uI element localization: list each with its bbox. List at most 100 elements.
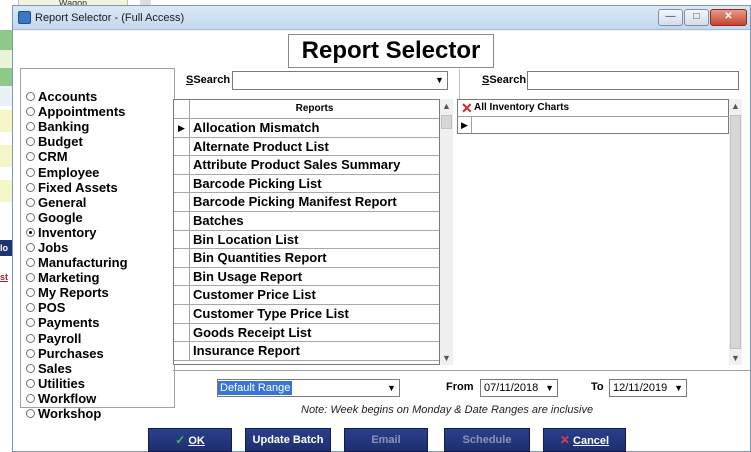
- table-row[interactable]: Barcode Picking List: [174, 174, 439, 194]
- radio-button[interactable]: [26, 152, 35, 162]
- radio-button[interactable]: [26, 92, 35, 102]
- to-date-picker[interactable]: 12/11/2019 ▼: [609, 379, 687, 397]
- category-radio-item[interactable]: Workflow: [26, 391, 128, 406]
- reports-scrollbar[interactable]: ▲ ▼: [440, 99, 453, 365]
- scroll-thumb[interactable]: [730, 115, 741, 349]
- table-row[interactable]: Batches: [174, 212, 439, 231]
- category-radio-item[interactable]: CRM: [26, 149, 128, 164]
- maximize-button[interactable]: □: [684, 9, 709, 26]
- chevron-down-icon[interactable]: ▼: [674, 380, 683, 396]
- background-strip-pale: [0, 86, 12, 106]
- report-name: Bin Quantities Report: [193, 250, 327, 266]
- table-row[interactable]: Insurance Report: [174, 342, 439, 361]
- category-label: Banking: [38, 119, 90, 135]
- radio-button[interactable]: [26, 318, 35, 328]
- radio-button[interactable]: [26, 242, 35, 252]
- category-radio-item[interactable]: Payroll: [26, 331, 128, 346]
- table-row[interactable]: Bin Usage Report: [174, 267, 439, 287]
- charts-scrollbar[interactable]: ▲ ▼: [729, 99, 742, 365]
- category-radio-item[interactable]: Appointments: [26, 104, 128, 119]
- radio-button[interactable]: [26, 212, 35, 222]
- minimize-button[interactable]: —: [658, 9, 683, 26]
- scroll-up-icon[interactable]: ▲: [729, 99, 742, 113]
- ok-button[interactable]: ✓ OK: [148, 428, 232, 452]
- category-radio-item[interactable]: Marketing: [26, 270, 128, 285]
- radio-button[interactable]: [26, 378, 35, 388]
- chevron-down-icon[interactable]: ▼: [545, 380, 554, 396]
- category-radio-item[interactable]: My Reports: [26, 285, 128, 300]
- cancel-button[interactable]: ✕ Cancel: [543, 428, 626, 452]
- category-radio-item[interactable]: Fixed Assets: [26, 180, 128, 195]
- radio-button[interactable]: [26, 182, 35, 192]
- category-radio-item[interactable]: Purchases: [26, 346, 128, 361]
- close-button[interactable]: ✕: [710, 9, 747, 26]
- date-range-select[interactable]: Default Range ▼: [217, 379, 400, 397]
- category-radio-item[interactable]: Google: [26, 210, 128, 225]
- update-batch-button[interactable]: Update Batch: [245, 428, 331, 452]
- chevron-down-icon[interactable]: ▼: [432, 72, 447, 89]
- table-row[interactable]: Barcode Picking Manifest Report: [174, 193, 439, 212]
- date-range-value: Default Range: [218, 381, 293, 395]
- radio-button[interactable]: [26, 303, 35, 313]
- radio-button[interactable]: [26, 409, 35, 419]
- category-radio-item[interactable]: Inventory: [26, 225, 128, 240]
- category-radio-item[interactable]: Budget: [26, 134, 128, 149]
- radio-button[interactable]: [26, 258, 35, 268]
- table-row[interactable]: Customer Type Price List: [174, 305, 439, 324]
- table-row[interactable]: Bin Location List: [174, 230, 439, 250]
- radio-button[interactable]: [26, 122, 35, 132]
- category-radio-item[interactable]: POS: [26, 300, 128, 315]
- category-label: Budget: [38, 134, 83, 150]
- scroll-down-icon[interactable]: ▼: [729, 351, 742, 365]
- radio-button[interactable]: [26, 137, 35, 147]
- radio-button[interactable]: [26, 107, 35, 117]
- category-radio-item[interactable]: Sales: [26, 361, 128, 376]
- radio-button[interactable]: [26, 227, 35, 237]
- category-label: General: [38, 194, 87, 210]
- radio-button[interactable]: [26, 333, 35, 343]
- row-selector: [174, 174, 190, 193]
- schedule-button[interactable]: Schedule: [444, 428, 530, 452]
- table-row[interactable]: ▶ Allocation Mismatch: [174, 119, 439, 138]
- scroll-up-icon[interactable]: ▲: [440, 99, 453, 113]
- category-radio-item[interactable]: Payments: [26, 315, 128, 330]
- radio-button[interactable]: [26, 197, 35, 207]
- chart-search-input[interactable]: [527, 71, 739, 90]
- category-radio-item[interactable]: General: [26, 195, 128, 210]
- category-radio-item[interactable]: Workshop: [26, 406, 128, 421]
- scroll-down-icon[interactable]: ▼: [440, 351, 453, 365]
- radio-button[interactable]: [26, 363, 35, 373]
- column-header-charts[interactable]: All Inventory Charts: [474, 100, 569, 116]
- radio-button[interactable]: [26, 348, 35, 358]
- chevron-down-icon[interactable]: ▼: [384, 380, 399, 396]
- radio-button[interactable]: [26, 393, 35, 403]
- close-icon[interactable]: ✕: [461, 101, 473, 115]
- column-header-reports[interactable]: Reports: [190, 100, 439, 118]
- from-label: From: [446, 381, 474, 393]
- table-row[interactable]: Attribute Product Sales Summary: [174, 156, 439, 175]
- category-radio-item[interactable]: Employee: [26, 164, 128, 180]
- email-button[interactable]: Email: [344, 428, 428, 452]
- category-label: Employee: [38, 164, 100, 180]
- report-search-combo[interactable]: ▼: [232, 71, 448, 90]
- row-selector: [174, 323, 190, 342]
- table-row[interactable]: Bin Quantities Report: [174, 249, 439, 268]
- from-date-picker[interactable]: 07/11/2018 ▼: [480, 379, 558, 397]
- scroll-thumb[interactable]: [441, 115, 452, 129]
- table-row[interactable]: Customer Price List: [174, 286, 439, 305]
- category-radio-item[interactable]: Accounts: [26, 89, 128, 104]
- category-radio-item[interactable]: Manufacturing: [26, 255, 128, 270]
- radio-button[interactable]: [26, 288, 35, 298]
- radio-button[interactable]: [26, 167, 35, 177]
- category-radio-item[interactable]: Jobs: [26, 240, 128, 255]
- table-row[interactable]: Goods Receipt List: [174, 323, 439, 343]
- table-row[interactable]: Alternate Product List: [174, 137, 439, 157]
- title-bar[interactable]: Report Selector - (Full Access) — □ ✕: [13, 6, 750, 30]
- radio-button[interactable]: [26, 273, 35, 283]
- category-radio-item[interactable]: Banking: [26, 119, 128, 134]
- category-label: Payroll: [38, 330, 82, 346]
- category-radio-item[interactable]: Utilities: [26, 376, 128, 391]
- table-row[interactable]: ▶: [457, 117, 729, 134]
- background-label[interactable]: st: [0, 272, 12, 282]
- background-strip-green: [0, 30, 12, 50]
